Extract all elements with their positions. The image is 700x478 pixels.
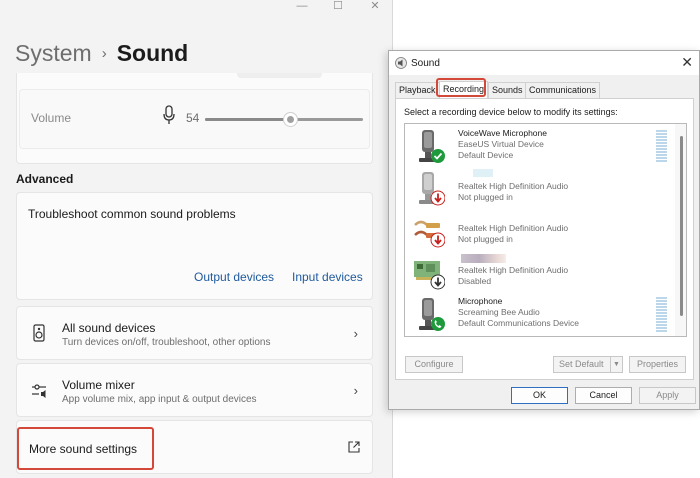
dialog-title: Sound bbox=[411, 58, 440, 69]
volume-label: Volume bbox=[31, 111, 72, 125]
device-realtek-1[interactable]: Realtek High Definition Audio Not plugge… bbox=[405, 167, 667, 209]
sound-dialog-icon bbox=[395, 57, 407, 69]
volume-slider-fill bbox=[205, 118, 291, 121]
tab-recording[interactable]: Recording bbox=[439, 81, 489, 98]
mixer-icon bbox=[32, 384, 46, 398]
device-description: Realtek High Definition Audio bbox=[458, 223, 569, 233]
device-description: Screaming Bee Audio bbox=[458, 307, 540, 317]
more-sound-settings-label: More sound settings bbox=[29, 442, 138, 456]
page-title: Sound bbox=[116, 40, 189, 66]
scrollbar-thumb[interactable] bbox=[680, 136, 683, 316]
device-state: Default Communications Device bbox=[458, 318, 579, 328]
device-microphone[interactable]: Microphone Screaming Bee Audio Default C… bbox=[405, 293, 667, 335]
chevron-right-icon: › bbox=[353, 326, 358, 341]
dropdown-arrow-icon[interactable]: ▼ bbox=[610, 357, 622, 372]
recording-panel: Select a recording device below to modif… bbox=[395, 98, 694, 380]
device-name: Microphone bbox=[458, 296, 503, 306]
microphone-icon bbox=[163, 105, 175, 124]
troubleshoot-title: Troubleshoot common sound problems bbox=[28, 207, 236, 221]
all-sound-devices-row[interactable]: All sound devices Turn devices on/off, t… bbox=[16, 306, 373, 360]
device-state: Disabled bbox=[458, 276, 492, 286]
recording-device-list[interactable]: VoiceWave Microphone EaseUS Virtual Devi… bbox=[404, 123, 687, 337]
microphone-device-icon bbox=[419, 130, 445, 163]
scrolled-control-edge bbox=[237, 73, 322, 78]
volume-mixer-row[interactable]: Volume mixer App volume mix, app input &… bbox=[16, 363, 373, 417]
advanced-heading: Advanced bbox=[16, 172, 74, 186]
dialog-close-button[interactable]: ✕ bbox=[681, 54, 693, 71]
chevron-right-icon: › bbox=[353, 383, 358, 398]
apply-button[interactable]: Apply bbox=[639, 387, 696, 404]
device-realtek-3[interactable]: Realtek High Definition Audio Disabled bbox=[405, 251, 667, 293]
device-description: Realtek High Definition Audio bbox=[458, 181, 569, 191]
input-devices-link[interactable]: Input devices bbox=[292, 270, 363, 284]
microphone-device-icon bbox=[419, 298, 445, 331]
volume-row: Volume 54 bbox=[19, 89, 370, 149]
ok-button[interactable]: OK bbox=[511, 387, 568, 404]
external-link-icon bbox=[348, 441, 360, 453]
set-default-label: Set Default bbox=[559, 359, 604, 369]
level-meter bbox=[656, 297, 667, 333]
device-name: VoiceWave Microphone bbox=[458, 128, 547, 138]
dialog-titlebar: Sound ✕ bbox=[389, 51, 699, 75]
device-state: Not plugged in bbox=[458, 234, 513, 244]
set-default-button[interactable]: Set Default ▼ bbox=[553, 356, 623, 373]
output-devices-link[interactable]: Output devices bbox=[194, 270, 274, 284]
configure-button[interactable]: Configure bbox=[405, 356, 463, 373]
volume-slider[interactable] bbox=[205, 112, 363, 127]
breadcrumb-separator: › bbox=[101, 45, 107, 62]
maximize-button[interactable]: ☐ bbox=[328, 0, 348, 14]
device-realtek-2[interactable]: Realtek High Definition Audio Not plugge… bbox=[405, 209, 667, 251]
redacted-name-block bbox=[461, 254, 506, 263]
properties-button[interactable]: Properties bbox=[629, 356, 686, 373]
close-button[interactable]: ✕ bbox=[365, 0, 385, 14]
minimize-button[interactable]: — bbox=[292, 0, 312, 14]
more-sound-settings-row[interactable]: More sound settings bbox=[16, 420, 373, 474]
speaker-icon bbox=[33, 324, 45, 342]
all-sound-devices-title: All sound devices bbox=[62, 321, 156, 335]
tab-communications[interactable]: Communications bbox=[525, 82, 601, 98]
troubleshoot-card: Troubleshoot common sound problems Outpu… bbox=[16, 192, 373, 300]
tab-sounds[interactable]: Sounds bbox=[488, 82, 527, 98]
input-volume-card: Volume 54 bbox=[16, 73, 373, 164]
volume-value: 54 bbox=[186, 111, 200, 125]
volume-slider-thumb[interactable] bbox=[283, 112, 299, 127]
tab-playback[interactable]: Playback bbox=[395, 82, 440, 98]
recording-instruction: Select a recording device below to modif… bbox=[404, 107, 618, 117]
cancel-button[interactable]: Cancel bbox=[575, 387, 632, 404]
level-meter bbox=[656, 130, 667, 163]
sound-card-icon bbox=[414, 261, 445, 290]
device-list-scrollbar[interactable] bbox=[675, 124, 686, 336]
breadcrumb-system[interactable]: System bbox=[15, 40, 92, 66]
volume-mixer-title: Volume mixer bbox=[62, 378, 135, 392]
volume-mixer-subtitle: App volume mix, app input & output devic… bbox=[62, 394, 257, 405]
redacted-name-block bbox=[473, 169, 493, 177]
device-state: Not plugged in bbox=[458, 192, 513, 202]
all-sound-devices-subtitle: Turn devices on/off, troubleshoot, other… bbox=[62, 337, 271, 348]
device-description: EaseUS Virtual Device bbox=[458, 139, 544, 149]
device-description: Realtek High Definition Audio bbox=[458, 265, 569, 275]
audio-jack-icon bbox=[414, 220, 445, 248]
microphone-device-icon bbox=[419, 172, 445, 206]
device-state: Default Device bbox=[458, 150, 514, 160]
breadcrumb: System › Sound bbox=[15, 38, 188, 68]
sound-dialog: Sound ✕ Playback Recording Sounds Commun… bbox=[388, 50, 700, 410]
device-voicewave-microphone[interactable]: VoiceWave Microphone EaseUS Virtual Devi… bbox=[405, 125, 667, 167]
settings-window: — ☐ ✕ System › Sound Volume 54 Advanced Tr… bbox=[0, 0, 393, 478]
